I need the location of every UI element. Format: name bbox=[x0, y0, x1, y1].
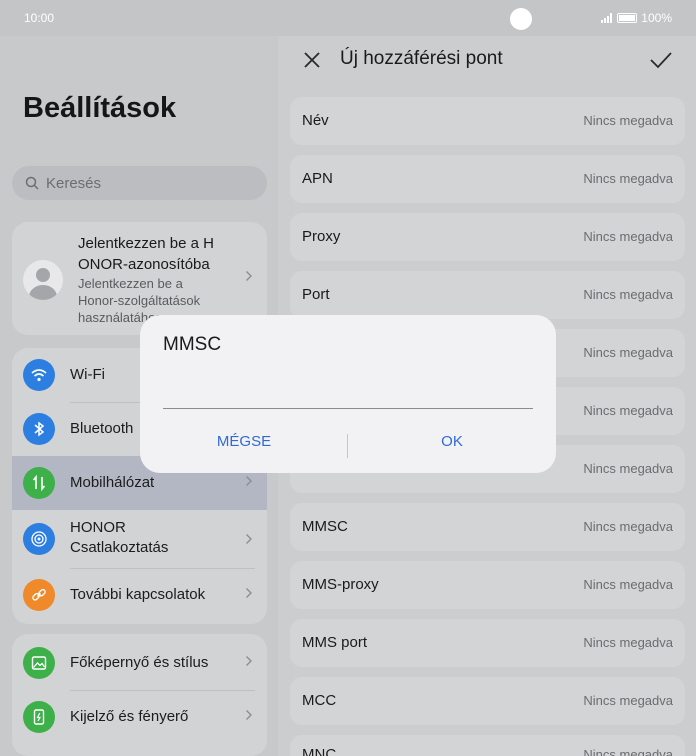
sidebar-item-home-screen[interactable]: Főképernyő és stílus bbox=[12, 636, 267, 690]
apn-field-port[interactable]: Port Nincs megadva bbox=[290, 271, 685, 319]
dialog-title: MMSC bbox=[163, 334, 222, 355]
check-icon[interactable] bbox=[648, 48, 674, 72]
chevron-right-icon bbox=[246, 656, 252, 666]
search-icon bbox=[25, 176, 39, 190]
link-icon bbox=[23, 579, 55, 611]
chevron-right-icon bbox=[246, 588, 252, 598]
sidebar-item-honor-connect[interactable]: HONOR Csatlakoztatás bbox=[12, 510, 267, 568]
bluetooth-icon bbox=[23, 413, 55, 445]
sidebar-item-label: Főképernyő és stílus bbox=[70, 654, 209, 671]
connect-icon bbox=[23, 523, 55, 555]
status-icons: 100% bbox=[601, 11, 672, 25]
page-title: Új hozzáférési pont bbox=[340, 48, 503, 69]
mmsc-input[interactable] bbox=[163, 373, 533, 409]
battery-percent: 100% bbox=[641, 11, 672, 25]
mobile-network-icon bbox=[23, 467, 55, 499]
apn-field-mnc[interactable]: MNC Nincs megadva bbox=[290, 735, 685, 756]
sidebar-item-display[interactable]: Kijelző és fényerő bbox=[12, 690, 267, 744]
chevron-right-icon bbox=[246, 710, 252, 720]
apn-field-mcc[interactable]: MCC Nincs megadva bbox=[290, 677, 685, 725]
apn-field-mms-port[interactable]: MMS port Nincs megadva bbox=[290, 619, 685, 667]
signal-icon bbox=[601, 13, 613, 23]
sidebar-item-label: HONOR Csatlakoztatás bbox=[70, 519, 169, 556]
sidebar-item-label: Bluetooth bbox=[70, 420, 134, 437]
avatar bbox=[23, 260, 63, 300]
close-icon[interactable] bbox=[300, 48, 324, 72]
sidebar-item-label: Wi-Fi bbox=[70, 366, 105, 383]
page-title: Beállítások bbox=[23, 92, 177, 124]
sidebar-item-label: Mobilhálózat bbox=[70, 474, 155, 491]
sidebar-item-label: További kapcsolatok bbox=[70, 586, 206, 603]
sidebar-item-label: Kijelző és fényerő bbox=[70, 708, 189, 725]
sidebar-item-more-connections[interactable]: További kapcsolatok bbox=[12, 568, 267, 622]
search-placeholder: Keresés bbox=[46, 175, 102, 192]
search-input[interactable]: Keresés bbox=[12, 166, 267, 200]
apn-field-name[interactable]: Név Nincs megadva bbox=[290, 97, 685, 145]
cancel-button[interactable]: MÉGSE bbox=[140, 433, 348, 450]
apn-field-proxy[interactable]: Proxy Nincs megadva bbox=[290, 213, 685, 261]
status-time: 10:00 bbox=[24, 11, 55, 25]
display-icon bbox=[23, 701, 55, 733]
apn-field-mms-proxy[interactable]: MMS-proxy Nincs megadva bbox=[290, 561, 685, 609]
status-bar: 10:00 100% bbox=[0, 0, 696, 36]
apn-field-mmsc[interactable]: MMSC Nincs megadva bbox=[290, 503, 685, 551]
chevron-right-icon bbox=[246, 534, 252, 544]
wallpaper-icon bbox=[23, 647, 55, 679]
camera-cutout bbox=[510, 8, 532, 30]
chevron-right-icon bbox=[246, 476, 252, 486]
chevron-right-icon bbox=[246, 271, 252, 281]
account-title: Jelentkezzen be a H ONOR-azonosítóba bbox=[78, 235, 214, 273]
display-menu: Főképernyő és stílus Kijelző és fényerő bbox=[12, 634, 267, 756]
wifi-icon bbox=[23, 359, 55, 391]
battery-icon bbox=[617, 13, 638, 23]
mmsc-dialog: MMSC MÉGSE OK bbox=[140, 315, 556, 473]
apn-field-apn[interactable]: APN Nincs megadva bbox=[290, 155, 685, 203]
ok-button[interactable]: OK bbox=[348, 433, 556, 450]
